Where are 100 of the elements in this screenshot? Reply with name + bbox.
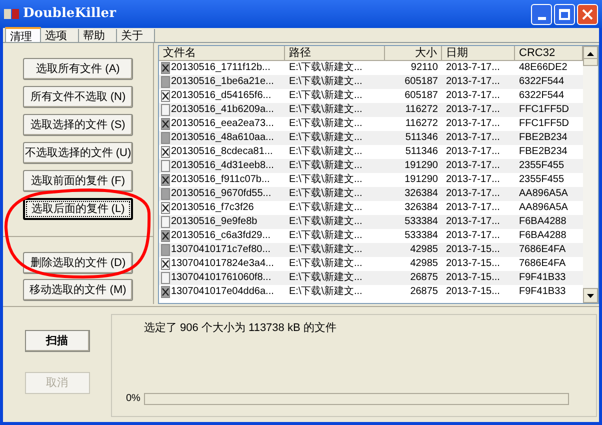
maximize-button[interactable] [554,4,575,24]
table-cell-text: E:\下载\新建文... [288,131,364,145]
checked-file-icon[interactable] [161,118,170,130]
checked-file-icon[interactable] [161,202,170,214]
table-cell-text: FFC1FF5D [518,117,570,131]
tab[interactable]: 帮助 [79,29,117,42]
checked-file-icon[interactable] [161,62,170,74]
table-cell-text: 2013-7-17... [445,61,501,75]
table-cell-text: 2355F455 [518,159,566,173]
close-icon [582,8,593,20]
progress-label: 0% [126,392,140,406]
scan-button[interactable]: 扫描 [24,330,90,352]
file-name: 130704101761060f8... [171,271,272,285]
table-cell-text: AA896A5A [518,201,569,215]
table-cell-text: 2013-7-17... [445,159,501,173]
table-cell-text: 326384 [404,201,439,215]
action-button[interactable]: 移动选取的文件 (M) [23,279,133,301]
table-cell-text: 2013-7-15... [445,271,501,285]
table-cell-text: 326384 [404,187,439,201]
table-cell-text: 2013-7-15... [445,243,501,257]
table-cell-text: 2013-7-17... [445,173,501,187]
table-cell-text: 2013-7-17... [445,215,501,229]
table-cell-text: 42985 [409,257,439,271]
table-cell-text: 2013-7-17... [445,131,501,145]
scroll-bar[interactable] [583,46,598,303]
minimize-button[interactable] [531,4,552,24]
file-name: 13070410171c7ef80... [171,243,271,257]
table-cell-text: 2013-7-17... [445,187,501,201]
table-cell-text: 2013-7-17... [445,145,501,159]
table-cell-text: 6322F544 [518,89,566,103]
table-cell-text: E:\下载\新建文... [288,243,364,257]
checked-file-icon[interactable] [161,230,170,242]
checked-file-icon[interactable] [161,258,170,270]
checked-file-icon[interactable] [161,286,170,298]
action-button[interactable]: 删除选取的文件 (D) [23,252,133,274]
table-cell-text: E:\下载\新建文... [288,173,364,187]
table-cell-text: 605187 [404,75,439,89]
action-button[interactable]: 选取前面的复件 (F) [23,170,133,192]
tab[interactable]: 清理 [5,27,41,42]
checked-file-icon[interactable] [161,174,170,186]
tab[interactable]: 选项 [41,29,79,42]
table-cell-text: 2013-7-17... [445,117,501,131]
down-arrow-icon [587,294,594,298]
table-cell-text: E:\下载\新建文... [288,257,364,271]
table-cell-text: 116272 [404,117,439,131]
file-name: 20130516_c6a3fd29... [171,229,271,243]
table-cell-text: 191290 [404,159,439,173]
file-name: 20130516_9e9fe8b [171,215,258,229]
file-name: 20130516_48a610aa... [171,131,274,145]
action-button[interactable]: 选取选择的文件 (S) [23,114,133,136]
file-name: 1307041017e04dd6a... [171,285,274,299]
table-cell-text: E:\下载\新建文... [288,89,364,103]
close-button[interactable] [577,4,598,24]
table-cell-text: 42985 [409,243,439,257]
app-icon [4,8,20,20]
table-cell-text: 2013-7-17... [445,229,501,243]
table-cell-text: F9F41B33 [518,285,567,299]
table-cell-text: FBE2B234 [518,131,568,145]
file-name: 20130516_1711f12b... [171,61,270,75]
table-cell-text: F6BA4288 [518,215,568,229]
table-cell-text: 48E66DE2 [518,61,568,75]
file-name: 20130516_d54165f6... [171,89,272,103]
table-cell-text: 92110 [410,61,439,75]
table-cell-text: 7686E4FA [518,243,567,257]
table-cell-text: F9F41B33 [518,271,567,285]
table-cell-text: AA896A5A [518,187,569,201]
action-button[interactable]: 不选取选择的文件 (U) [23,142,133,164]
minimize-icon [538,16,546,20]
table-cell-text: 511346 [404,145,439,159]
table-cell-text: E:\下载\新建文... [288,271,364,285]
action-button[interactable]: 选取所有文件 (A) [23,58,133,80]
table-cell-text: E:\下载\新建文... [288,215,364,229]
checked-file-icon[interactable] [161,90,170,102]
table-cell-text: 116272 [404,103,439,117]
table-cell-text: E:\下载\新建文... [288,61,364,75]
checked-file-icon[interactable] [161,146,170,158]
table-cell-text: 511346 [404,131,439,145]
table-cell-text: E:\下载\新建文... [288,285,364,299]
table-cell-text: 533384 [404,215,439,229]
table-cell-text: 605187 [404,89,439,103]
table-cell-text: E:\下载\新建文... [288,229,364,243]
table-cell-text: E:\下载\新建文... [288,187,364,201]
action-button[interactable]: 选取后面的复件 (L) [23,198,133,220]
scroll-thumb[interactable] [583,58,598,66]
action-button[interactable]: 所有文件不选取 (N) [23,86,133,108]
file-name: 1307041017824e3a4... [171,257,274,271]
table-cell-text: 26875 [409,285,439,299]
table-cell-text: 2013-7-17... [445,103,501,117]
scroll-down-button[interactable] [583,288,598,303]
table-cell-text: 2013-7-15... [445,257,501,271]
file-name: 20130516_4d31eeb8... [171,159,274,173]
table-cell-text: 2013-7-15... [445,285,501,299]
table-cell-text: E:\下载\新建文... [288,145,364,159]
file-name: 20130516_41b6209a... [171,103,274,117]
table-cell-text: FFC1FF5D [518,103,570,117]
tab[interactable]: 关于 [117,29,155,42]
file-name: 20130516_1be6a21e... [171,75,274,89]
window-title: DoubleKiller [23,5,116,24]
table-cell-text: E:\下载\新建文... [288,117,364,131]
table-cell-text: 26875 [409,271,439,285]
